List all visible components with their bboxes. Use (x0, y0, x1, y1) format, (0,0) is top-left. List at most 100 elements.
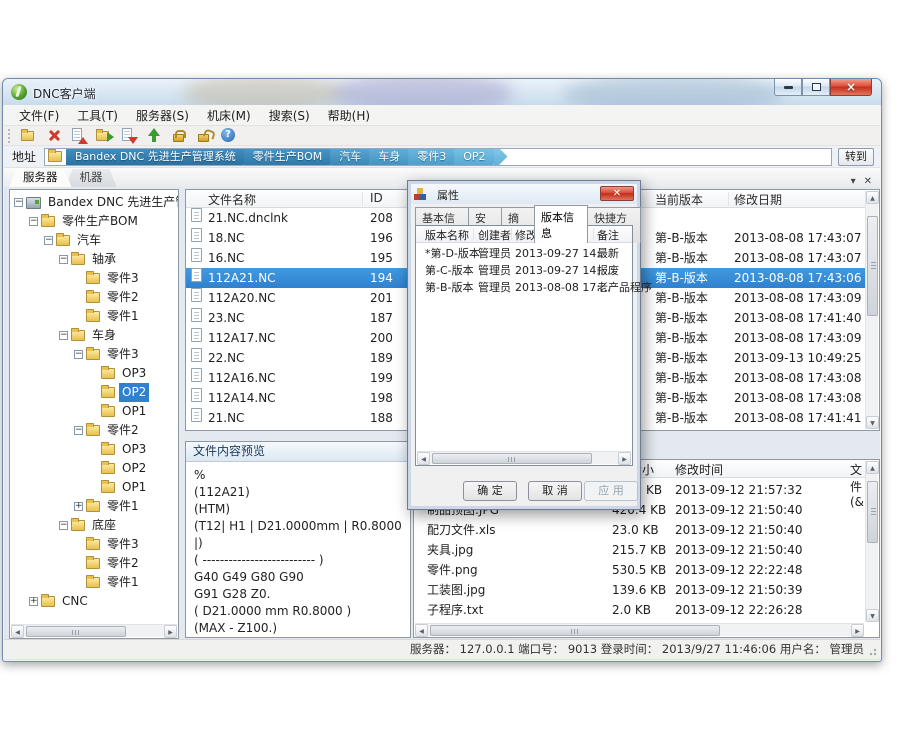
toolbar-grip[interactable] (8, 129, 11, 143)
column-header[interactable]: 修改日期 (734, 191, 782, 208)
dialog-button-2[interactable]: 应 用 (584, 481, 638, 501)
attachments-vertical-scrollbar[interactable]: ▲ ▼ (865, 461, 878, 622)
tree-expander-icon[interactable]: − (59, 331, 68, 340)
scroll-down-icon[interactable]: ▼ (866, 416, 879, 429)
minimize-button[interactable] (774, 79, 802, 96)
tree-expander-icon[interactable]: − (59, 255, 68, 264)
breadcrumb-segment[interactable]: Bandex DNC 先进生产管理系统 (66, 148, 252, 166)
breadcrumb-segment[interactable]: 零件生产BOM (244, 148, 339, 166)
lock-button[interactable] (170, 127, 188, 144)
checkin-file-button[interactable] (70, 127, 88, 144)
help-button[interactable]: ? (220, 127, 238, 144)
column-header[interactable]: 文件名称 (208, 191, 256, 208)
restore-button[interactable] (802, 79, 830, 96)
tree-expander-icon[interactable]: − (44, 236, 53, 245)
attachments-horizontal-scrollbar[interactable]: ◀ ▶ (415, 623, 864, 636)
menu-item[interactable]: 服务器(S) (127, 105, 198, 126)
tree-node[interactable]: OP1 (10, 402, 178, 421)
tree-node[interactable]: −轴承 (10, 250, 178, 269)
menu-item[interactable]: 帮助(H) (319, 105, 379, 126)
tree-expander-icon[interactable]: + (29, 597, 38, 606)
tree-node[interactable]: −零件2 (10, 421, 178, 440)
close-button[interactable]: × (830, 79, 872, 96)
tree-node[interactable]: −零件生产BOM (10, 212, 178, 231)
tree-node[interactable]: −底座 (10, 516, 178, 535)
menu-item[interactable]: 文件(F) (10, 105, 68, 126)
menu-item[interactable]: 工具(T) (68, 105, 127, 126)
tree-node[interactable]: −车身 (10, 326, 178, 345)
column-header[interactable]: 当前版本 (655, 191, 703, 208)
dialog-button-0[interactable]: 确 定 (463, 481, 517, 501)
scrollbar-thumb[interactable] (26, 626, 126, 637)
new-folder-button[interactable] (20, 127, 38, 144)
title-bar[interactable]: DNC客户端 × (3, 79, 881, 105)
column-separator[interactable] (511, 228, 512, 240)
version-row[interactable]: *第-D-版本管理员2013-09-27 14:...最新 (416, 245, 632, 262)
scrollbar-thumb[interactable] (430, 625, 720, 636)
column-separator[interactable] (728, 192, 729, 206)
scroll-up-icon[interactable]: ▲ (866, 461, 879, 474)
tree-node[interactable]: 零件2 (10, 288, 178, 307)
tree-node[interactable]: OP3 (10, 440, 178, 459)
checkout-file-button[interactable] (120, 127, 138, 144)
scrollbar-thumb[interactable] (867, 216, 878, 316)
version-row[interactable]: 第-C-版本管理员2013-09-27 14:...报废 (416, 262, 632, 279)
panel-close-icon[interactable]: ✕ (864, 176, 872, 187)
menu-item[interactable]: 搜索(S) (260, 105, 319, 126)
tree-expander-icon[interactable]: − (29, 217, 38, 226)
attachment-row[interactable]: 夹具.jpg215.7 KB2013-09-12 21:50:40 (414, 540, 865, 560)
attachment-row[interactable]: 子程序.txt2.0 KB2013-09-12 22:26:28 (414, 600, 865, 620)
tree-expander-icon[interactable]: − (74, 426, 83, 435)
tree-node[interactable]: 零件1 (10, 307, 178, 326)
tree-expander-icon[interactable]: − (14, 198, 23, 207)
attachment-row[interactable]: 配刀文件.xls23.0 KB2013-09-12 21:50:40 (414, 520, 865, 540)
send-folder-button[interactable] (95, 127, 113, 144)
version-row[interactable]: 第-B-版本管理员2013-08-08 17:...老产品程序 (416, 279, 632, 296)
tree-expander-icon[interactable]: + (74, 502, 83, 511)
tree-node[interactable]: +零件1 (10, 497, 178, 516)
dialog-close-button[interactable]: ✕ (600, 186, 634, 201)
tree-node[interactable]: OP2 (10, 459, 178, 478)
menu-item[interactable]: 机床(M) (198, 105, 260, 126)
scroll-left-icon[interactable]: ◀ (11, 625, 24, 638)
panel-menu-icon[interactable]: ▾ (851, 176, 856, 187)
scrollbar-thumb[interactable] (432, 453, 592, 464)
resize-grip[interactable] (867, 646, 877, 656)
tree-horizontal-scrollbar[interactable]: ◀ ▶ (11, 624, 177, 637)
tree-expander-icon[interactable]: − (74, 350, 83, 359)
attachment-row[interactable]: 零件.png530.5 KB2013-09-12 22:22:48 (414, 560, 865, 580)
address-box[interactable]: Bandex DNC 先进生产管理系统零件生产BOM汽车车身零件3OP2 (44, 148, 832, 166)
column-header[interactable]: 版本名称 (425, 227, 469, 243)
breadcrumb-segment[interactable]: 零件3 (408, 148, 462, 166)
delete-button[interactable] (45, 127, 63, 144)
tree-node[interactable]: OP3 (10, 364, 178, 383)
go-button[interactable]: 转到 (838, 148, 874, 166)
column-header[interactable]: 创建者 (478, 227, 511, 243)
tree-node[interactable]: −汽车 (10, 231, 178, 250)
scroll-up-icon[interactable]: ▲ (866, 191, 879, 204)
tree-expander-icon[interactable]: − (59, 521, 68, 530)
view-tab-服务器[interactable]: 服务器 (9, 169, 72, 187)
scroll-right-icon[interactable]: ▶ (618, 452, 631, 465)
unlock-button[interactable] (195, 127, 213, 144)
upload-button[interactable] (145, 127, 163, 144)
tree-node[interactable]: −Bandex DNC 先进生产管理系统 (10, 193, 178, 212)
column-header[interactable]: ID (370, 191, 383, 205)
scroll-right-icon[interactable]: ▶ (164, 625, 177, 638)
attachment-row[interactable]: 工装图.jpg139.6 KB2013-09-12 21:50:39 (414, 580, 865, 600)
scroll-left-icon[interactable]: ◀ (415, 624, 428, 637)
column-separator[interactable] (593, 228, 594, 240)
tree-node[interactable]: +CNC (10, 592, 178, 611)
scrollbar-thumb[interactable] (867, 481, 878, 543)
scroll-right-icon[interactable]: ▶ (851, 624, 864, 637)
tree-node[interactable]: 零件3 (10, 269, 178, 288)
column-separator[interactable] (362, 192, 363, 206)
column-header[interactable]: 修改时间 (675, 461, 723, 478)
view-tab-机器[interactable]: 机器 (66, 169, 117, 187)
scroll-down-icon[interactable]: ▼ (866, 609, 879, 622)
dialog-horizontal-scrollbar[interactable]: ◀ ▶ (417, 451, 631, 464)
column-separator[interactable] (473, 228, 474, 240)
tree-node[interactable]: −零件3 (10, 345, 178, 364)
tree-node[interactable]: 零件2 (10, 554, 178, 573)
dialog-title-bar[interactable]: 属性 ✕ (411, 184, 637, 204)
